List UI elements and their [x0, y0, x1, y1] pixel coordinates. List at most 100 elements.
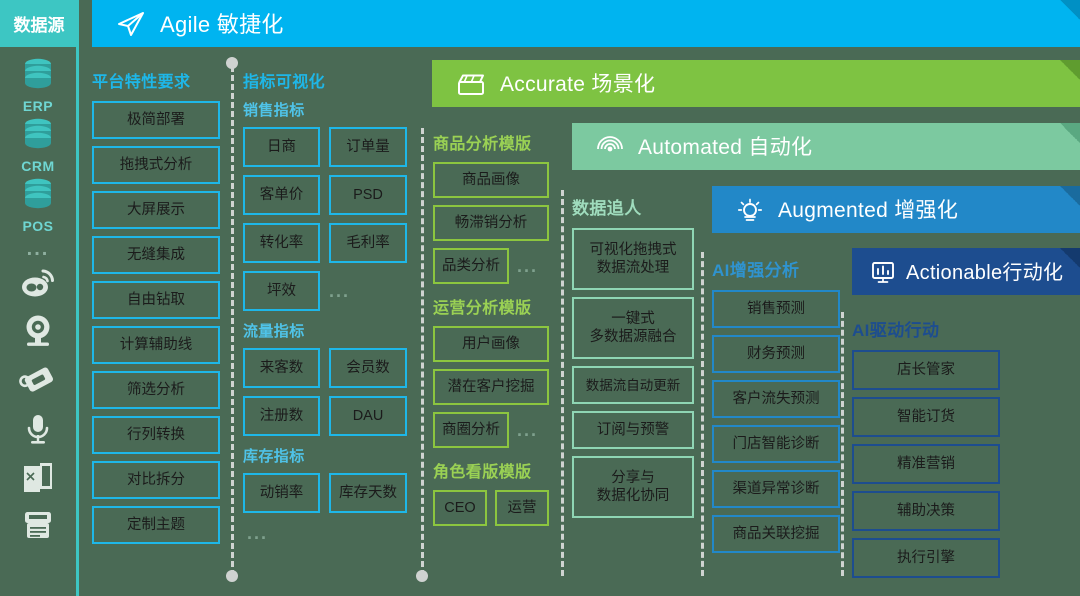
- corner-fold: [1060, 248, 1080, 268]
- column-divider-dot: [226, 57, 238, 69]
- sidebar-title: 数据源: [0, 0, 78, 47]
- chip[interactable]: 潜在客户挖掘: [433, 369, 549, 405]
- sidebar-item-label: POS: [22, 218, 54, 234]
- chip[interactable]: 渠道异常诊断: [712, 470, 840, 508]
- chip[interactable]: 对比拆分: [92, 461, 220, 499]
- sidebar-item-erp[interactable]: ERP: [18, 56, 58, 116]
- book-icon: [18, 460, 58, 501]
- chip[interactable]: 可视化拖拽式 数据流处理: [572, 228, 694, 290]
- chip[interactable]: 畅滞销分析: [433, 205, 549, 241]
- sidebar-item-microphone[interactable]: [18, 411, 58, 452]
- database-icon: [18, 176, 58, 217]
- chip[interactable]: 销售预测: [712, 290, 840, 328]
- chip[interactable]: 运营: [495, 490, 549, 526]
- chip[interactable]: CEO: [433, 490, 487, 526]
- column-title: 指标可视化: [243, 74, 326, 91]
- chip[interactable]: 商圈分析: [433, 412, 509, 448]
- chip[interactable]: 拖拽式分析: [92, 146, 220, 184]
- chip[interactable]: 一键式 多数据源融合: [572, 297, 694, 359]
- chip[interactable]: 店长管家: [852, 350, 1000, 390]
- chip[interactable]: 计算辅助线: [92, 326, 220, 364]
- corner-fold: [1060, 123, 1080, 143]
- column-ai-analysis: AI增强分析 销售预测 财务预测 客户流失预测 门店智能诊断 渠道异常诊断 商品…: [712, 256, 844, 553]
- sidebar-item-pos[interactable]: POS: [18, 176, 58, 236]
- chip[interactable]: 筛选分析: [92, 371, 220, 409]
- chip[interactable]: 动销率: [243, 473, 320, 513]
- group-title-traffic: 流量指标: [243, 323, 305, 340]
- chip[interactable]: 大屏展示: [92, 191, 220, 229]
- chip[interactable]: 执行引擎: [852, 538, 1000, 578]
- chip[interactable]: PSD: [329, 175, 407, 215]
- chip[interactable]: 用户画像: [433, 326, 549, 362]
- chip[interactable]: 客户流失预测: [712, 380, 840, 418]
- chip[interactable]: 坪效: [243, 271, 320, 311]
- chip-list: 销售预测 财务预测 客户流失预测 门店智能诊断 渠道异常诊断 商品关联挖掘: [712, 290, 844, 553]
- chip[interactable]: 无缝集成: [92, 236, 220, 274]
- chip[interactable]: 订阅与预警: [572, 411, 694, 449]
- banner-actionable[interactable]: Actionable行动化: [852, 248, 1080, 295]
- radar-icon: [596, 134, 624, 160]
- chip[interactable]: 精准营销: [852, 444, 1000, 484]
- banner-label: Automated 自动化: [638, 135, 813, 159]
- sidebar-item-weibo[interactable]: [18, 266, 58, 305]
- chip[interactable]: 品类分析: [433, 248, 509, 284]
- sidebar-item-price-tag[interactable]: [18, 362, 58, 403]
- microphone-icon: [18, 411, 58, 452]
- chip-list: 可视化拖拽式 数据流处理 一键式 多数据源融合 数据流自动更新 订阅与预警 分享…: [572, 228, 698, 518]
- banner-label: Augmented 增强化: [778, 198, 959, 222]
- database-icon: [18, 56, 58, 97]
- sidebar-item-document[interactable]: [18, 507, 58, 548]
- chip-list-role: CEO 运营: [433, 490, 555, 526]
- chip[interactable]: 智能订货: [852, 397, 1000, 437]
- chip[interactable]: 门店智能诊断: [712, 425, 840, 463]
- chip[interactable]: 商品关联挖掘: [712, 515, 840, 553]
- chip[interactable]: 数据流自动更新: [572, 366, 694, 404]
- column-datachase: 数据追人 可视化拖拽式 数据流处理 一键式 多数据源融合 数据流自动更新 订阅与…: [572, 194, 698, 518]
- column-divider-dot: [416, 570, 428, 582]
- chip[interactable]: 库存天数: [329, 473, 407, 513]
- sidebar-item-label: CRM: [21, 158, 55, 174]
- webcam-icon: [18, 313, 58, 354]
- chip[interactable]: DAU: [329, 396, 407, 436]
- banner-automated[interactable]: Automated 自动化: [572, 123, 1080, 170]
- chip[interactable]: 定制主题: [92, 506, 220, 544]
- chip-list-traffic: 来客数 会员数 注册数 DAU: [243, 348, 415, 436]
- chip[interactable]: 会员数: [329, 348, 407, 388]
- sidebar-item-crm[interactable]: CRM: [18, 116, 58, 176]
- sidebar-item-book[interactable]: [18, 460, 58, 501]
- chip-list: 极简部署 拖拽式分析 大屏展示 无缝集成 自由钻取 计算辅助线 筛选分析 行列转…: [92, 101, 224, 544]
- chip[interactable]: 行列转换: [92, 416, 220, 454]
- more-indicator: ...: [517, 255, 539, 276]
- corner-fold: [1060, 186, 1080, 206]
- chip[interactable]: 客单价: [243, 175, 320, 215]
- chip[interactable]: 毛利率: [329, 223, 407, 263]
- chip[interactable]: 商品画像: [433, 162, 549, 198]
- group-title-operations: 运营分析模版: [433, 300, 532, 317]
- chip[interactable]: 分享与 数据化协同: [572, 456, 694, 518]
- chip[interactable]: 注册数: [243, 396, 320, 436]
- chip[interactable]: 来客数: [243, 348, 320, 388]
- weibo-icon: [18, 266, 58, 305]
- chip[interactable]: 日商: [243, 127, 320, 167]
- corner-fold: [1060, 0, 1080, 20]
- banner-accurate[interactable]: Accurate 场景化: [432, 60, 1080, 107]
- chip[interactable]: 辅助决策: [852, 491, 1000, 531]
- chip[interactable]: 财务预测: [712, 335, 840, 373]
- group-title-sales: 销售指标: [243, 102, 305, 119]
- chip[interactable]: 转化率: [243, 223, 320, 263]
- chip-list-product: 商品画像 畅滞销分析 品类分析 ...: [433, 162, 555, 284]
- sidebar-item-webcam[interactable]: [18, 313, 58, 354]
- chip[interactable]: 订单量: [329, 127, 407, 167]
- chip[interactable]: 极简部署: [92, 101, 220, 139]
- sidebar-item-more: ...: [27, 238, 50, 260]
- column-ai-action: AI驱动行动 店长管家 智能订货 精准营销 辅助决策 执行引擎: [852, 316, 1000, 578]
- database-icon: [18, 116, 58, 157]
- banner-agile[interactable]: Agile 敏捷化: [92, 0, 1080, 47]
- banner-augmented[interactable]: Augmented 增强化: [712, 186, 1080, 233]
- chip[interactable]: 自由钻取: [92, 281, 220, 319]
- chart-board-icon: [870, 259, 896, 285]
- more-indicator: ...: [329, 280, 351, 301]
- group-title-inventory: 库存指标: [243, 448, 305, 465]
- banner-label: Actionable行动化: [906, 262, 1064, 284]
- chip-list-inventory: 动销率 库存天数: [243, 473, 415, 513]
